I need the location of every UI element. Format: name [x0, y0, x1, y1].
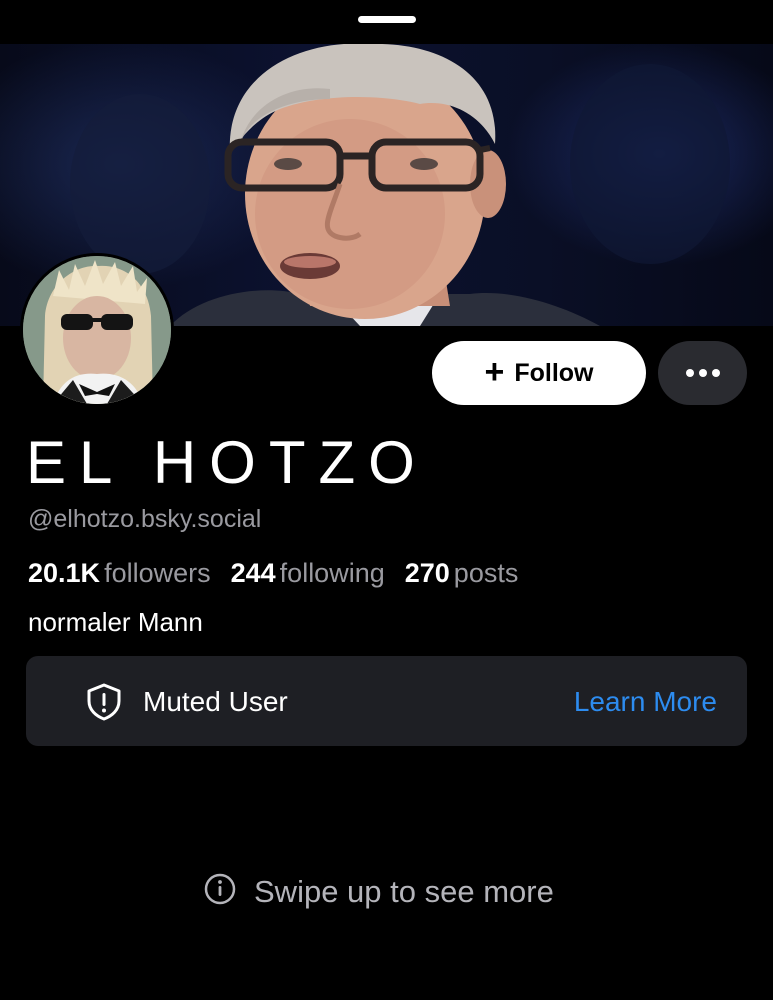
ellipsis-icon — [711, 369, 720, 377]
profile-stats: 20.1K followers 244 following 270 posts — [28, 558, 518, 589]
profile-bio: normaler Mann — [28, 607, 203, 637]
posts-label: posts — [453, 558, 519, 588]
posts-stat: 270 posts — [405, 558, 519, 589]
followers-label: followers — [104, 558, 211, 588]
display-name: EL HOTZO — [26, 429, 428, 496]
swipe-hint-text: Swipe up to see more — [254, 873, 554, 909]
following-stat[interactable]: 244 following — [231, 558, 385, 589]
follow-button[interactable]: + Follow — [432, 341, 646, 405]
following-count: 244 — [230, 558, 276, 588]
ellipsis-icon — [698, 369, 707, 377]
ellipsis-icon — [685, 369, 694, 377]
learn-more-link[interactable]: Learn More — [574, 686, 717, 718]
avatar[interactable] — [20, 253, 174, 407]
following-label: following — [279, 558, 385, 588]
follow-button-label: Follow — [514, 358, 594, 387]
muted-user-label: Muted User — [143, 686, 288, 717]
followers-stat[interactable]: 20.1K followers — [28, 558, 211, 589]
muted-user-notice: Muted User Learn More — [26, 656, 747, 746]
info-icon — [204, 873, 236, 910]
profile-handle: @elhotzo.bsky.social — [28, 505, 262, 533]
swipe-hint: Swipe up to see more — [204, 873, 554, 910]
followers-count: 20.1K — [28, 558, 101, 588]
drag-handle[interactable] — [358, 16, 416, 23]
posts-count: 270 — [404, 558, 450, 588]
avatar-image — [23, 256, 171, 404]
plus-icon: + — [484, 352, 505, 391]
shield-alert-icon — [86, 683, 122, 726]
more-options-button[interactable] — [658, 341, 747, 405]
profile-screen: + Follow EL HOTZO @elhotzo.bsky.social 2… — [0, 0, 773, 1000]
sheet-handle-bar — [0, 0, 773, 44]
